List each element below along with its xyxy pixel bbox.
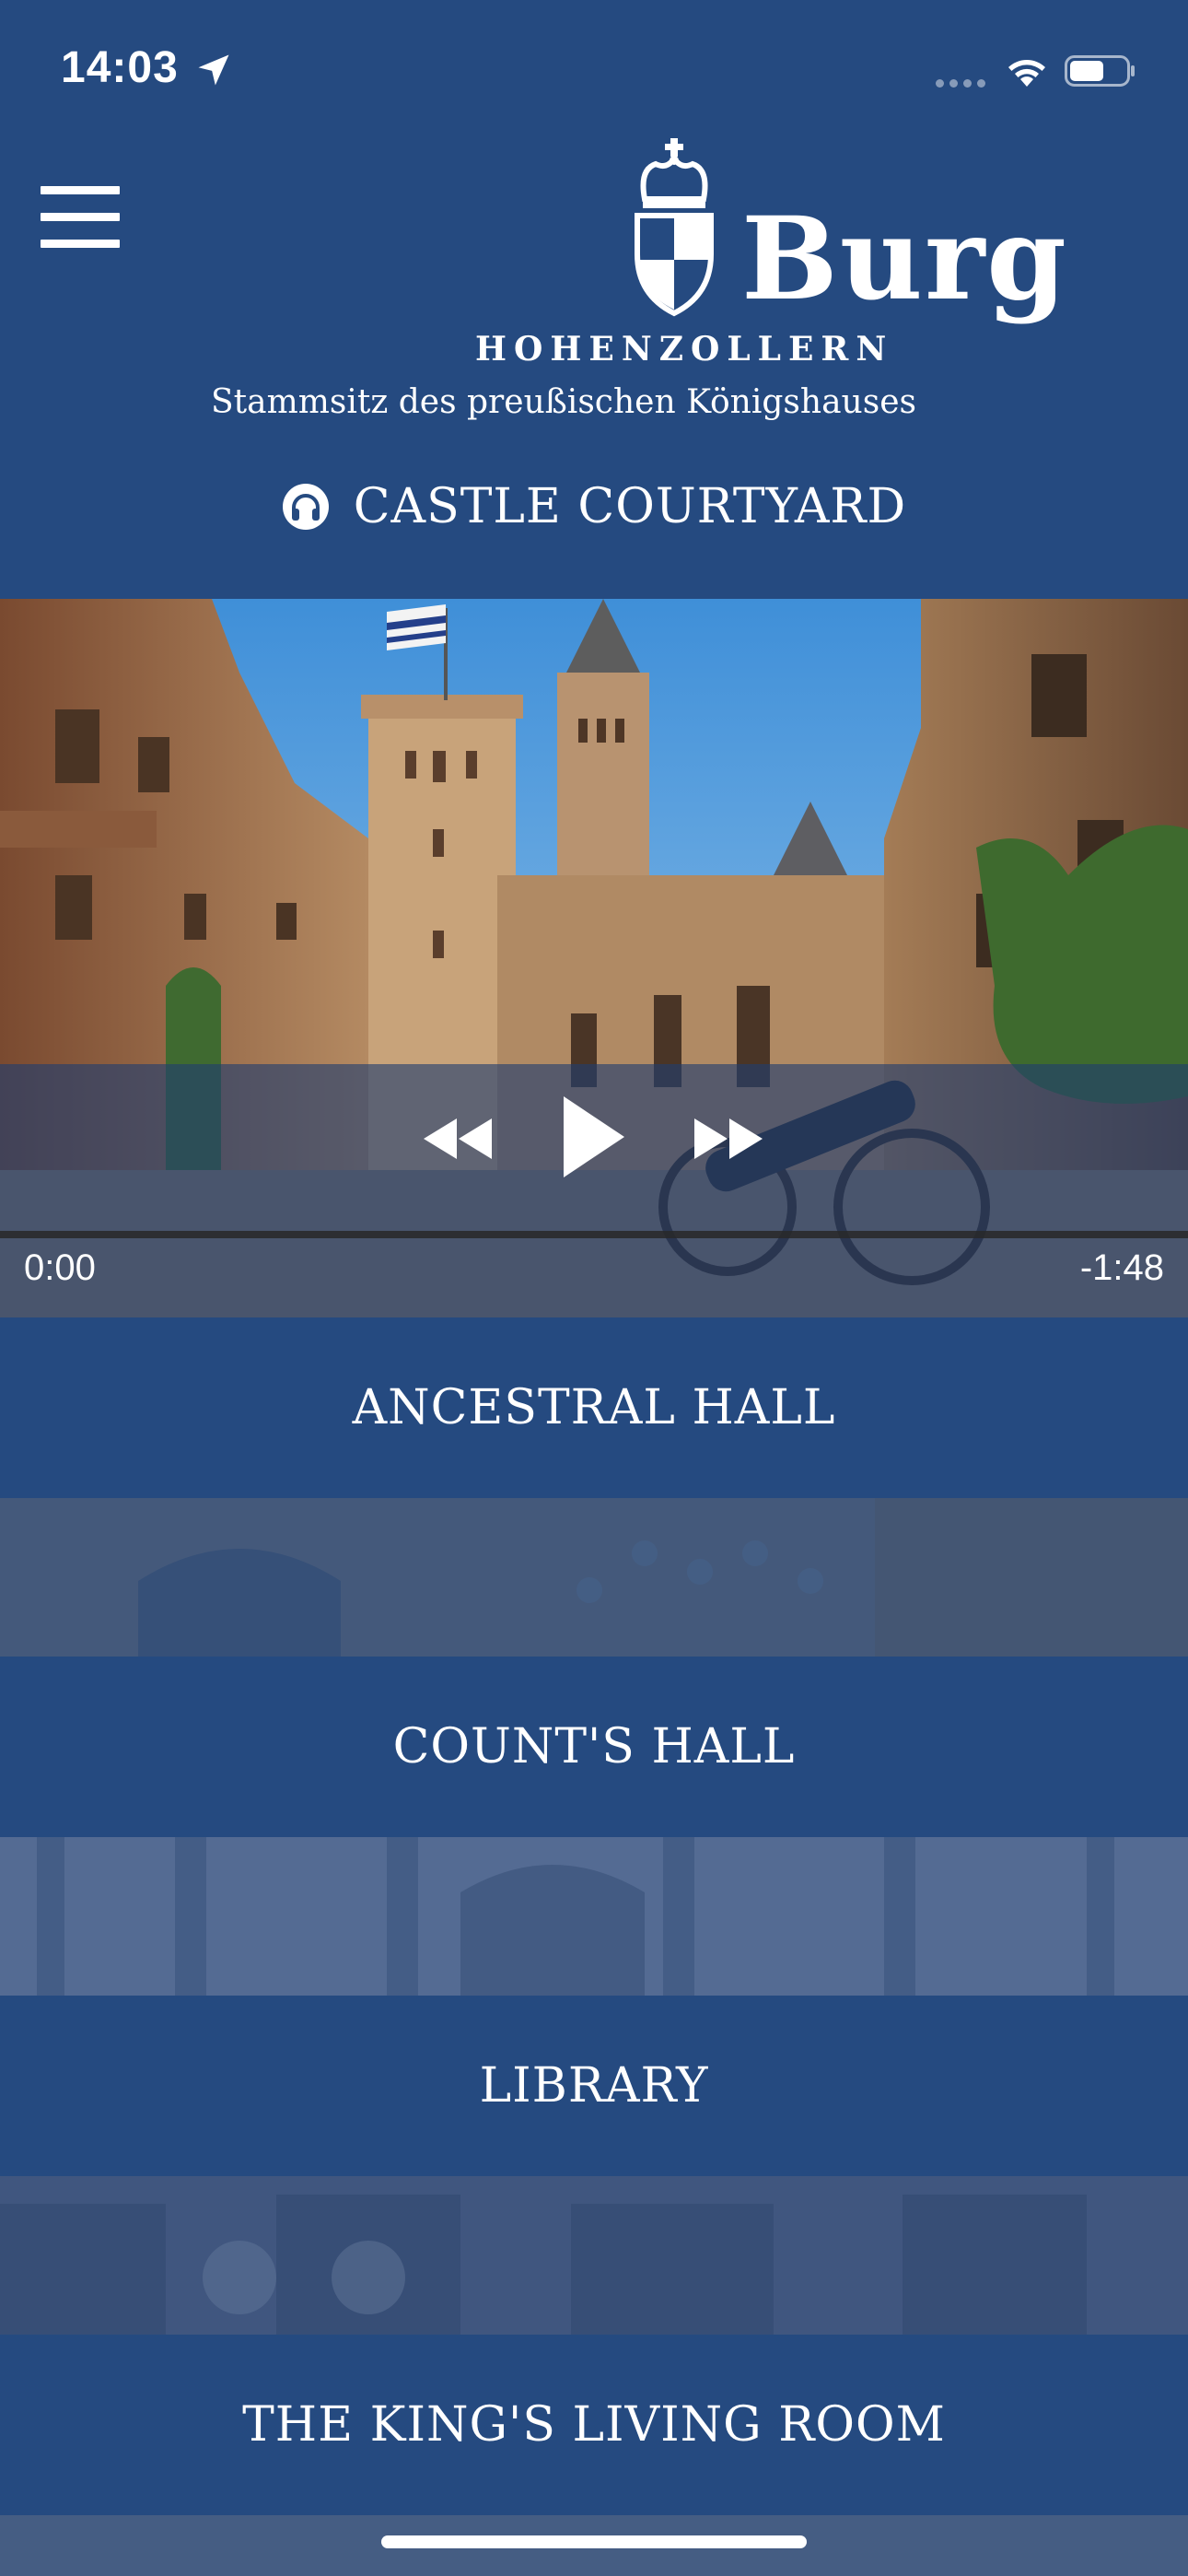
current-track-label: CASTLE COURTYARD: [353, 479, 907, 534]
tagline: Stammsitz des preußischen Königshauses: [211, 383, 916, 421]
logo-word: Burg: [741, 193, 1068, 326]
room-label: ANCESTRAL HALL: [352, 1380, 836, 1435]
wifi-icon: [1008, 60, 1045, 87]
courtyard-photo: 0:00 -1:48: [0, 599, 1188, 1317]
current-track-title: CASTLE COURTYARD: [0, 479, 1188, 534]
library-photo: [0, 2176, 1188, 2335]
ancestral-hall-photo: [0, 1498, 1188, 1657]
burg-hohenzollern-logo: Burg HOHENZOLLERN: [460, 136, 1066, 369]
remaining-time: -1:48: [1079, 1247, 1164, 1288]
progress-bar[interactable]: [0, 1231, 1188, 1238]
elapsed-time: 0:00: [24, 1247, 96, 1288]
headphones-icon: [282, 484, 329, 530]
cellular-signal-icon: [936, 79, 985, 88]
status-time: 14:03: [61, 43, 179, 92]
hamburger-menu-icon[interactable]: [41, 186, 120, 249]
play-button-icon[interactable]: [558, 1093, 626, 1181]
logo-subword: HOHENZOLLERN: [475, 330, 894, 369]
room-label: LIBRARY: [479, 2058, 709, 2113]
counts-hall-photo: [0, 1837, 1188, 1996]
room-item-ancestral-hall[interactable]: ANCESTRAL HALL: [0, 1317, 1188, 1498]
status-bar: 14:03: [0, 0, 1188, 138]
room-item-counts-hall[interactable]: COUNT'S HALL: [0, 1657, 1188, 1837]
room-label: THE KING'S LIVING ROOM: [242, 2397, 946, 2453]
crest-icon: [635, 138, 714, 317]
home-indicator[interactable]: [381, 2535, 807, 2548]
fast-forward-button-icon[interactable]: [693, 1115, 766, 1163]
room-item-library[interactable]: LIBRARY: [0, 1996, 1188, 2176]
room-label: COUNT'S HALL: [392, 1719, 796, 1774]
battery-icon: [1065, 55, 1135, 87]
room-item-kings-living-room[interactable]: THE KING'S LIVING ROOM: [0, 2335, 1188, 2515]
location-arrow-icon: [198, 54, 229, 86]
rewind-button-icon[interactable]: [420, 1115, 494, 1163]
